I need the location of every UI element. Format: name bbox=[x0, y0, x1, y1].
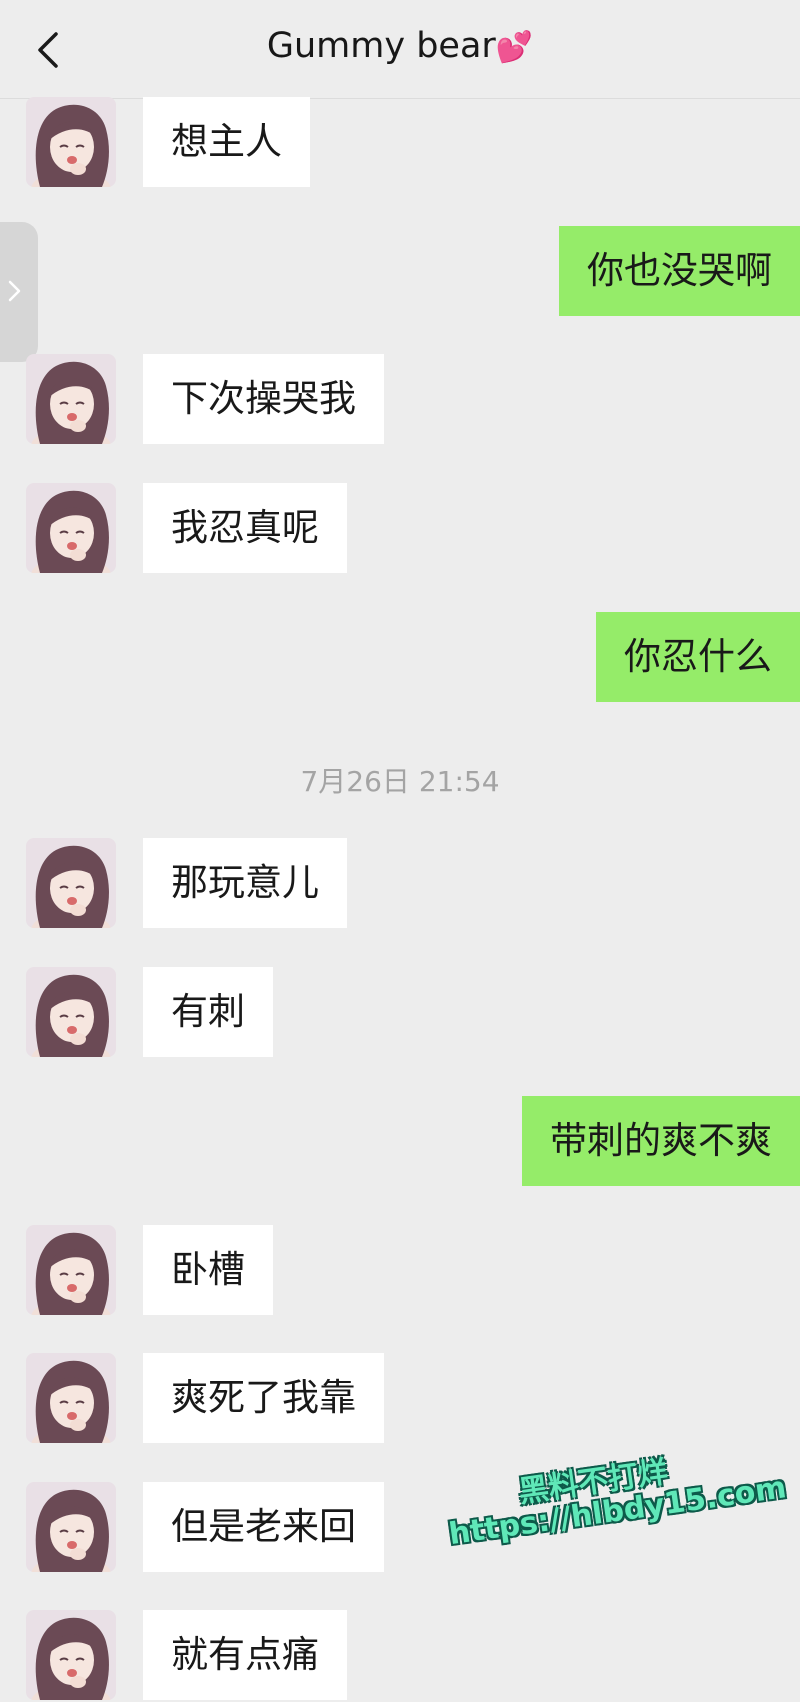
hearts-emoji: 💕 bbox=[495, 30, 534, 65]
message-row: 那玩意儿 bbox=[0, 838, 800, 930]
incoming-message-bubble[interactable]: 卧槽 bbox=[143, 1225, 273, 1315]
incoming-message-bubble[interactable]: 想主人 bbox=[143, 97, 310, 187]
contact-avatar[interactable] bbox=[26, 354, 116, 444]
message-row: 下次操哭我 bbox=[0, 354, 800, 446]
incoming-message-bubble[interactable]: 但是老来回 bbox=[143, 1482, 384, 1572]
contact-avatar[interactable] bbox=[26, 967, 116, 1057]
message-row: 想主人 bbox=[0, 97, 800, 189]
outgoing-message-bubble[interactable]: 带刺的爽不爽 bbox=[522, 1096, 800, 1186]
incoming-message-bubble[interactable]: 那玩意儿 bbox=[143, 838, 347, 928]
message-row: 就有点痛 bbox=[0, 1610, 800, 1702]
contact-avatar[interactable] bbox=[26, 1482, 116, 1572]
message-row: 我忍真呢 bbox=[0, 483, 800, 575]
incoming-message-bubble[interactable]: 爽死了我靠 bbox=[143, 1353, 384, 1443]
contact-avatar[interactable] bbox=[26, 1225, 116, 1315]
message-row: 有刺 bbox=[0, 967, 800, 1059]
contact-avatar[interactable] bbox=[26, 838, 116, 928]
incoming-message-bubble[interactable]: 有刺 bbox=[143, 967, 273, 1057]
contact-name: Gummy bear bbox=[266, 26, 496, 66]
contact-avatar[interactable] bbox=[26, 1353, 116, 1443]
contact-avatar[interactable] bbox=[26, 1610, 116, 1700]
chat-title: Gummy bear💕 bbox=[0, 26, 800, 66]
message-row: 你忍什么 bbox=[0, 612, 800, 704]
message-row: 卧槽 bbox=[0, 1225, 800, 1317]
message-row: 带刺的爽不爽 bbox=[0, 1096, 800, 1188]
incoming-message-bubble[interactable]: 就有点痛 bbox=[143, 1610, 347, 1700]
outgoing-message-bubble[interactable]: 你也没哭啊 bbox=[559, 226, 800, 316]
incoming-message-bubble[interactable]: 我忍真呢 bbox=[143, 483, 347, 573]
message-row: 爽死了我靠 bbox=[0, 1353, 800, 1445]
message-row: 你也没哭啊 bbox=[0, 226, 800, 318]
timestamp: 7月26日 21:54 bbox=[300, 765, 500, 798]
contact-avatar[interactable] bbox=[26, 483, 116, 573]
outgoing-message-bubble[interactable]: 你忍什么 bbox=[596, 612, 800, 702]
contact-avatar[interactable] bbox=[26, 97, 116, 187]
incoming-message-bubble[interactable]: 下次操哭我 bbox=[143, 354, 384, 444]
chat-header: Gummy bear💕 bbox=[0, 0, 800, 99]
